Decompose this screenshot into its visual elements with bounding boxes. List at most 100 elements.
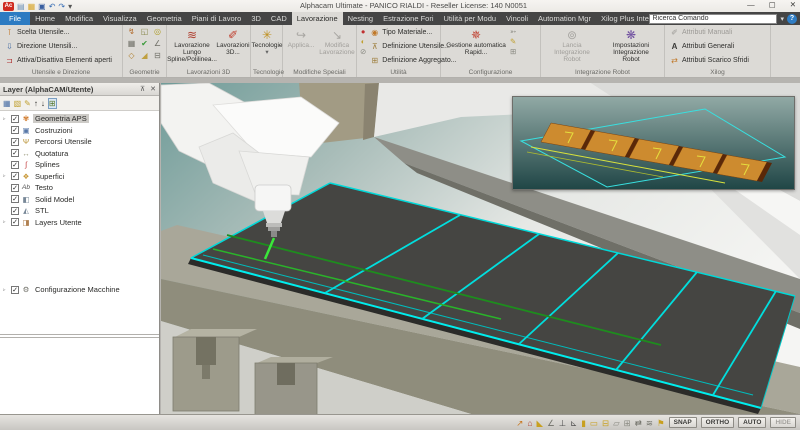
- geometry-tool-icon[interactable]: ◱: [138, 26, 151, 38]
- layer-checkbox[interactable]: ✓: [11, 160, 19, 169]
- machine-checkbox[interactable]: ✓: [11, 285, 19, 294]
- tab-3d[interactable]: 3D: [246, 12, 266, 25]
- layer-item-superfici[interactable]: ▹ ✓ ❖ Superfici: [0, 171, 159, 183]
- attributi-manuali-button[interactable]: ✐ Attributi Manuali: [667, 26, 768, 39]
- gestione-automatica-rapid-button[interactable]: ✵ Gestione automatica Rapid...: [443, 26, 509, 58]
- layer-item-splines[interactable]: ✓ ∫ Splines: [0, 159, 159, 171]
- geometry-tool-icon[interactable]: ▦: [125, 38, 138, 50]
- geometry-tool-icon[interactable]: ◇: [125, 50, 138, 62]
- move-up-icon[interactable]: ↑: [34, 99, 38, 108]
- layer-checkbox[interactable]: ✓: [11, 126, 19, 135]
- angle-snap-icon[interactable]: ∠: [547, 418, 555, 428]
- layer-item-testo[interactable]: ✓ Ab Testo: [0, 182, 159, 194]
- half-marker-icon[interactable]: ◐: [360, 37, 366, 46]
- incline-icon[interactable]: ⊾: [570, 418, 577, 428]
- undo-icon[interactable]: ↶: [49, 2, 56, 11]
- layer-checkbox[interactable]: ✓: [11, 195, 19, 204]
- expander-icon[interactable]: ▹: [3, 219, 9, 225]
- edit-layer-icon[interactable]: ✎: [24, 99, 31, 108]
- snap-button[interactable]: SNAP: [668, 417, 697, 428]
- wireframe-view-icon[interactable]: ▭: [590, 418, 598, 428]
- section-view-icon[interactable]: ⊟: [602, 418, 609, 428]
- solid-view-icon[interactable]: ▮: [581, 418, 586, 428]
- applica-button[interactable]: ↪ Applica...: [285, 26, 317, 58]
- help-button[interactable]: ?: [787, 13, 797, 24]
- command-search-input[interactable]: [649, 13, 778, 24]
- zoom-corner-icon[interactable]: ◣: [537, 418, 544, 428]
- tab-home[interactable]: Home: [30, 12, 60, 25]
- config-arrow-icon[interactable]: ➳: [510, 27, 516, 36]
- attributi-scarico-sfridi-button[interactable]: ⇄ Attributi Scarico Sfridi: [667, 54, 768, 67]
- config-edit-icon[interactable]: ✎: [510, 37, 516, 46]
- lavorazione-spline-button[interactable]: ≋ Lavorazione Lungo Spline/Polilinea...: [167, 26, 217, 65]
- tab-cad[interactable]: CAD: [266, 12, 292, 25]
- layer-checkbox[interactable]: ✓: [11, 149, 19, 158]
- tab-geometria[interactable]: Geometria: [142, 12, 187, 25]
- tab-modifica[interactable]: Modifica: [60, 12, 98, 25]
- layer-item-costruzioni[interactable]: ✓ ▣ Costruzioni: [0, 125, 159, 137]
- tab-vincoli[interactable]: Vincoli: [501, 12, 533, 25]
- flag-icon[interactable]: ⚑: [657, 418, 665, 428]
- grid-view-icon[interactable]: ⊞: [624, 418, 631, 428]
- layer-checkbox[interactable]: ✓: [11, 172, 19, 181]
- layer-item-quotatura[interactable]: ✓ ↔ Quotatura: [0, 148, 159, 160]
- move-down-icon[interactable]: ↓: [41, 99, 45, 108]
- direzione-utensili-button[interactable]: ⇩ Direzione Utensili...: [2, 40, 120, 53]
- redo-icon[interactable]: ↷: [58, 2, 65, 11]
- tab-file[interactable]: File: [0, 12, 31, 25]
- waves-icon[interactable]: ≋: [646, 418, 653, 428]
- geometry-tool-icon[interactable]: ◢: [138, 50, 151, 62]
- attiva-disattiva-elementi-button[interactable]: ⊐ Attiva/Disattiva Elementi aperti: [2, 54, 120, 67]
- pan-icon[interactable]: ↗: [516, 418, 523, 428]
- layer-item-percorsi-utensile[interactable]: ✓ Ψ Percorsi Utensile: [0, 136, 159, 148]
- geometry-tool-icon[interactable]: ↯: [125, 26, 138, 38]
- new-document-icon[interactable]: ▤: [17, 2, 25, 11]
- layer-checkbox[interactable]: ✓: [11, 218, 19, 227]
- tab-nesting[interactable]: Nesting: [343, 12, 378, 25]
- auto-button[interactable]: AUTO: [738, 417, 767, 428]
- app-logo[interactable]: Ac: [3, 1, 14, 11]
- geometry-tool-icon[interactable]: ✔: [138, 38, 151, 50]
- lavorazioni-3d-button[interactable]: ✐ Lavorazioni 3D...: [216, 26, 250, 65]
- pin-icon[interactable]: ⊼: [140, 85, 145, 93]
- layer-item-geometria-aps[interactable]: ▹ ✓ ✾ Geometria APS: [0, 113, 159, 125]
- tree-view-icon[interactable]: ⊞: [47, 97, 57, 109]
- open-folder-icon[interactable]: ▦: [28, 2, 36, 11]
- tecnologie-button[interactable]: ✳ Tecnologie ▾: [251, 26, 282, 58]
- home-view-icon[interactable]: ⌂: [527, 418, 532, 428]
- layer-checkbox[interactable]: ✓: [11, 206, 19, 215]
- layer-checkbox[interactable]: ✓: [11, 137, 19, 146]
- expander-icon[interactable]: ▹: [3, 173, 9, 179]
- modifica-lavorazione-button[interactable]: ↘ Modifica Lavorazione: [318, 26, 356, 58]
- minimize-button[interactable]: —: [747, 0, 755, 9]
- tab-lavorazione[interactable]: Lavorazione: [291, 12, 343, 25]
- geometry-tool-icon[interactable]: ⊟: [151, 50, 164, 62]
- lancia-integrazione-robot-button[interactable]: ⊚ Lancia Integrazione Robot: [544, 26, 600, 65]
- tab-visualizza[interactable]: Visualizza: [98, 12, 142, 25]
- red-marker-icon[interactable]: ●: [360, 27, 366, 36]
- geometry-tool-icon[interactable]: ◎: [151, 26, 164, 38]
- chevron-down-icon[interactable]: ▾: [780, 15, 784, 23]
- layer-item-stl[interactable]: ✓ ◭ STL: [0, 205, 159, 217]
- close-panel-icon[interactable]: ✕: [150, 85, 156, 93]
- layer-checkbox[interactable]: ✓: [11, 114, 19, 123]
- new-layer-icon[interactable]: ▦: [3, 99, 11, 108]
- expander-icon[interactable]: ▹: [3, 287, 9, 293]
- swap-view-icon[interactable]: ⇄: [635, 418, 642, 428]
- config-grid-icon[interactable]: ⊞: [510, 47, 516, 56]
- machine-configuration-item[interactable]: ▹ ✓ ⚙ Configurazione Macchine: [0, 284, 159, 296]
- tab-automation-mgr[interactable]: Automation Mgr: [533, 12, 596, 25]
- layer-checkbox[interactable]: ✓: [11, 183, 19, 192]
- hide-button[interactable]: HIDE: [770, 417, 796, 428]
- impostazioni-integrazione-robot-button[interactable]: ❋ Impostazioni Integrazione Robot: [601, 26, 661, 65]
- tab-utilita-per-modu[interactable]: Utilità per Modu: [439, 12, 502, 25]
- layer-item-layers-utente[interactable]: ▹ ✓ ◨ Layers Utente: [0, 217, 159, 229]
- qat-customize-icon[interactable]: ▾: [68, 2, 72, 11]
- save-icon[interactable]: ▣: [38, 2, 46, 11]
- expander-icon[interactable]: ▹: [3, 116, 9, 122]
- tab-xilog-plus-interface[interactable]: Xilog Plus Interfa: [596, 12, 650, 25]
- maximize-button[interactable]: ▢: [769, 0, 776, 9]
- scelta-utensile-button[interactable]: ⊺ Scelta Utensile...: [2, 26, 120, 39]
- plane-view-icon[interactable]: ▱: [613, 418, 620, 428]
- tab-estrazione-fori[interactable]: Estrazione Fori: [378, 12, 438, 25]
